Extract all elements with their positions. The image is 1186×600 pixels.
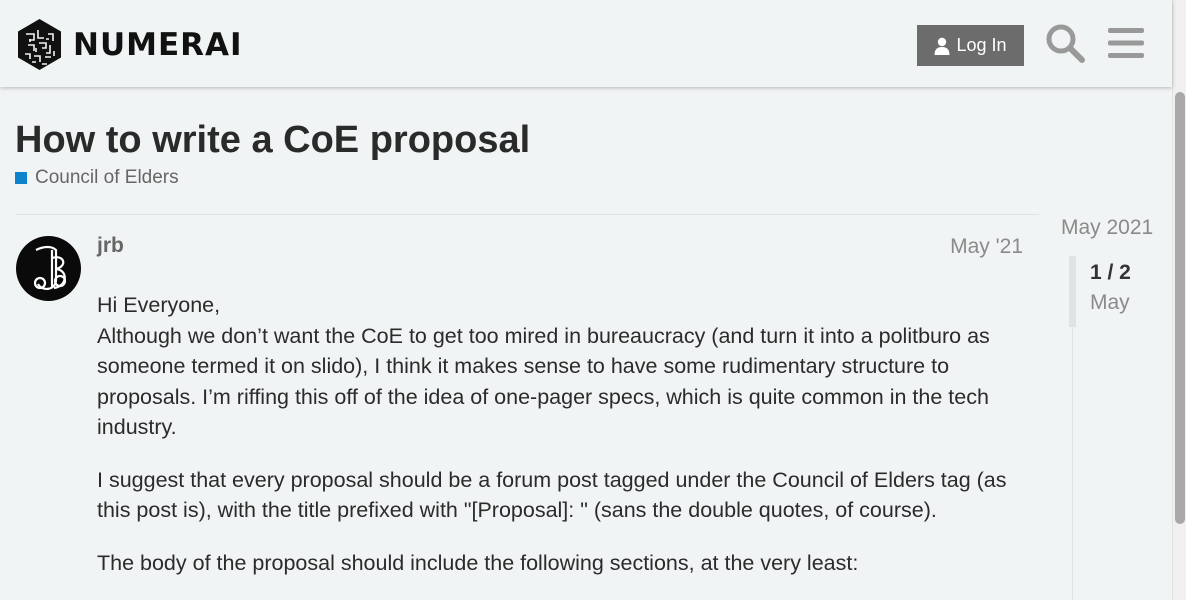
timeline-handle[interactable]	[1069, 256, 1076, 327]
post-date[interactable]: May '21	[950, 235, 1023, 259]
topic-divider	[16, 214, 1039, 215]
post-username[interactable]: jrb	[97, 234, 124, 258]
login-button[interactable]: Log In	[917, 25, 1024, 66]
hamburger-menu-icon[interactable]	[1108, 27, 1144, 59]
post-body: Hi Everyone, Although we don’t want the …	[97, 290, 1027, 600]
topic-title[interactable]: How to write a CoE proposal	[15, 119, 530, 162]
user-icon	[934, 37, 950, 55]
category-badge[interactable]: Council of Elders	[15, 167, 179, 189]
timeline-start-date[interactable]: May 2021	[1061, 216, 1153, 240]
logo-text: NUMERAI	[73, 26, 243, 63]
post-intro-text: Although we don’t want the CoE to get to…	[97, 323, 990, 440]
avatar[interactable]	[16, 236, 81, 301]
numerai-logo[interactable]: NUMERAI	[16, 18, 243, 71]
post-paragraph: Hi Everyone, Although we don’t want the …	[97, 290, 1027, 443]
post-greeting: Hi Everyone,	[97, 293, 221, 317]
site-header: NUMERAI Log In	[0, 0, 1172, 87]
avatar-monogram-icon	[33, 245, 67, 290]
search-icon[interactable]	[1045, 23, 1085, 63]
category-color-square	[15, 172, 27, 184]
post-paragraph: I suggest that every proposal should be …	[97, 467, 1007, 523]
timeline-position: 1 / 2	[1090, 261, 1131, 284]
category-label: Council of Elders	[35, 167, 179, 188]
login-label: Log In	[956, 35, 1007, 55]
numerai-logo-icon	[18, 19, 61, 70]
post-paragraph: The body of the proposal should include …	[97, 550, 859, 575]
page-scrollbar[interactable]	[1172, 0, 1186, 600]
timeline-current-date: May	[1090, 291, 1130, 314]
scrollbar-thumb[interactable]	[1175, 92, 1185, 524]
